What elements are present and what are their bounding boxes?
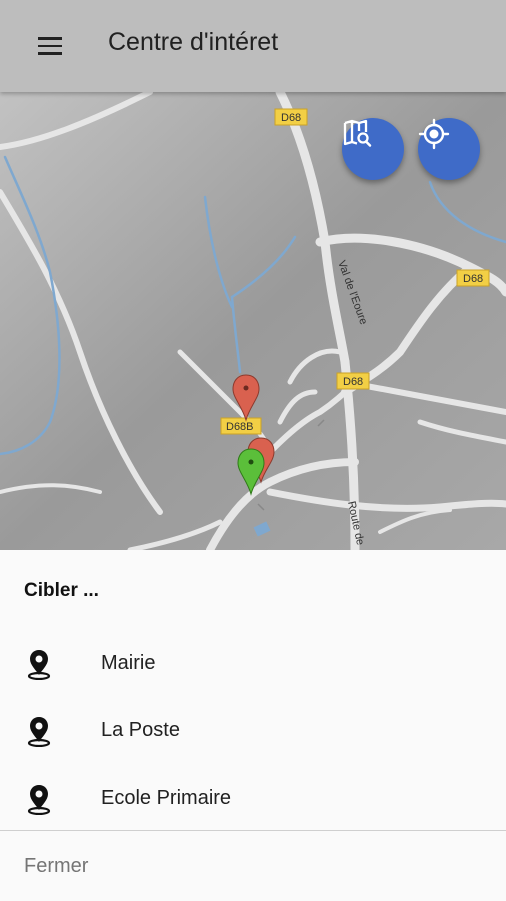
hamburger-menu-icon[interactable] (26, 26, 76, 66)
map-search-button[interactable] (342, 118, 404, 180)
target-bottom-sheet: Cibler ... Mairie La Poste Ecole Primair… (0, 550, 506, 901)
map-search-icon (343, 119, 372, 147)
map-pin-icon (27, 650, 51, 680)
road-label-d68-1: D68 (281, 112, 301, 124)
close-button-label: Fermer (24, 855, 89, 877)
list-item-la-poste[interactable]: La Poste (0, 697, 506, 761)
road-label-d68b: D68B (226, 421, 254, 433)
page-title: Centre d'intéret (108, 28, 279, 56)
list-item-ecole-primaire[interactable]: Ecole Primaire (0, 765, 506, 829)
map-view[interactable]: D68 D68 D68 D68B Val de l'Eoure Route de (0, 92, 506, 550)
list-item-label: Mairie (101, 652, 156, 674)
road-label-d68-2: D68 (463, 273, 483, 285)
app-bar: Centre d'intéret (0, 0, 506, 92)
map-pin-icon (27, 785, 51, 815)
list-item-mairie[interactable]: Mairie (0, 630, 506, 694)
sheet-title: Cibler ... (24, 580, 99, 601)
list-item-label: La Poste (101, 719, 180, 741)
gps-target-icon (418, 118, 450, 150)
list-item-label: Ecole Primaire (101, 787, 232, 809)
close-button[interactable]: Fermer (0, 830, 506, 901)
road-label-d68-3: D68 (343, 376, 363, 388)
locate-me-button[interactable] (418, 118, 480, 180)
map-pin-icon (27, 717, 51, 747)
